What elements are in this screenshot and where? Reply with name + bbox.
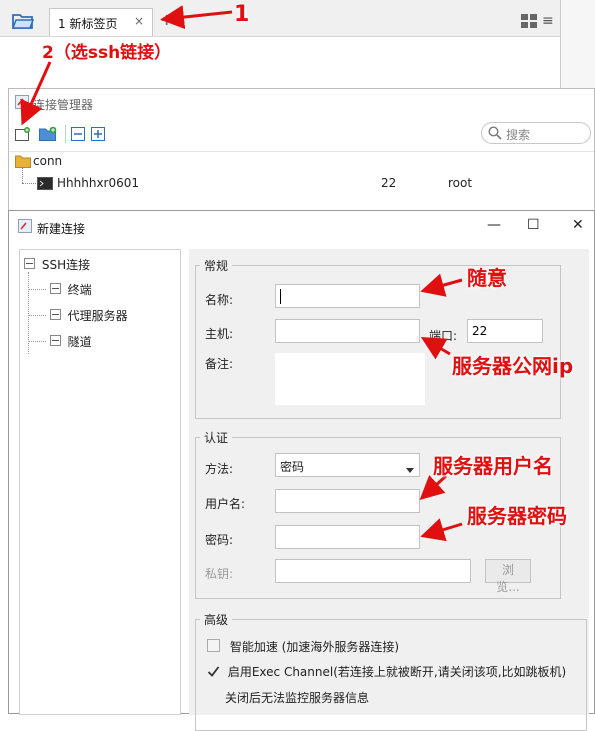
annotation-password: 服务器密码 (467, 504, 567, 528)
arrow-to-new-connection (20, 61, 52, 126)
annotation-step1: 1 (234, 2, 250, 27)
arrow-to-host (420, 336, 451, 360)
annotation-username: 服务器用户名 (433, 454, 553, 478)
arrow-to-username (419, 474, 448, 501)
annotation-host: 服务器公网ip (452, 354, 574, 378)
arrow-to-new-tab (160, 5, 233, 30)
arrow-to-password (420, 518, 463, 542)
arrow-to-name (420, 273, 463, 297)
annotation-name: 随意 (467, 266, 507, 290)
annotation-step2: 2（选ssh链接） (42, 43, 172, 63)
